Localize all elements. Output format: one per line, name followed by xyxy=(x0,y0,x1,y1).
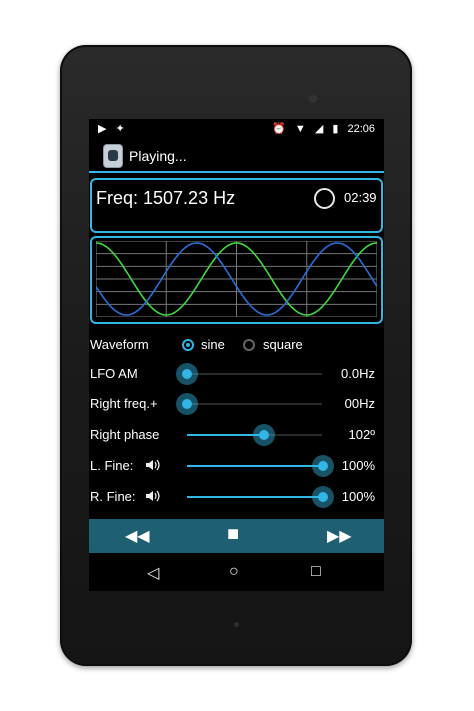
frequency-panel: Freq: 1507.23 Hz 02:39 xyxy=(90,178,383,233)
left-fine-value: 100% xyxy=(341,458,375,473)
speaker-icon xyxy=(146,490,160,502)
waveform-plot xyxy=(96,241,377,317)
lfo-am-slider-track[interactable] xyxy=(187,373,322,375)
recents-button[interactable]: □ xyxy=(311,563,321,581)
camera-lens xyxy=(309,95,317,103)
back-button[interactable]: ◁ xyxy=(147,563,159,583)
app-icon[interactable] xyxy=(103,144,123,168)
right-phase-label: Right phase xyxy=(90,427,160,442)
waveform-row: Waveform sine square xyxy=(89,333,384,357)
right-freq-slider-track[interactable] xyxy=(187,403,322,405)
elapsed-time: 02:39 xyxy=(344,190,377,205)
right-fine-label: R. Fine: xyxy=(90,489,136,504)
fast-forward-button[interactable]: ▶▶ xyxy=(327,526,352,546)
tablet-sensor xyxy=(234,622,239,627)
right-freq-label: Right freq.+ xyxy=(90,396,158,411)
action-bar: Playing... xyxy=(89,139,384,173)
waveform-display xyxy=(90,236,383,324)
wifi-icon: ▼ xyxy=(294,123,306,135)
right-fine-slider-fill xyxy=(187,496,322,498)
left-fine-row: L. Fine: 100% xyxy=(89,454,384,478)
frequency-readout: Freq: 1507.23 Hz xyxy=(96,188,236,208)
sine-option-label: sine xyxy=(201,337,225,352)
right-phase-slider-thumb[interactable] xyxy=(253,424,275,446)
device-screen: ▶ ✦ ⏰ ▼ ◢ ▮ 22:06 Playing... Freq: 1507.… xyxy=(89,119,384,591)
alarm-icon: ⏰ xyxy=(272,123,286,135)
play-icon: ▶ xyxy=(98,123,107,135)
signal-icon: ◢ xyxy=(314,123,324,135)
waveform-label: Waveform xyxy=(90,337,149,352)
rewind-button[interactable]: ◀◀ xyxy=(125,526,150,546)
right-phase-row: Right phase 102º xyxy=(89,423,384,447)
left-fine-label: L. Fine: xyxy=(90,458,134,473)
right-freq-slider-thumb[interactable] xyxy=(176,393,198,415)
right-freq-value: 00Hz xyxy=(344,396,375,411)
timer-icon xyxy=(314,188,335,209)
stop-button[interactable]: ■ xyxy=(227,523,239,546)
right-freq-row: Right freq.+ 00Hz xyxy=(89,392,384,416)
right-fine-slider-thumb[interactable] xyxy=(312,486,334,508)
navigation-bar: ◁ ○ □ xyxy=(89,555,384,591)
lfo-am-value: 0.0Hz xyxy=(341,366,375,381)
speaker-icon xyxy=(146,459,160,471)
android-icon: ✦ xyxy=(115,123,125,135)
lfo-am-slider-thumb[interactable] xyxy=(176,363,198,385)
sine-radio[interactable] xyxy=(182,339,194,351)
lfo-am-row: LFO AM 0.0Hz xyxy=(89,362,384,386)
square-radio[interactable] xyxy=(243,339,255,351)
app-title: Playing... xyxy=(129,148,187,164)
left-fine-slider-thumb[interactable] xyxy=(312,455,334,477)
right-phase-value: 102º xyxy=(348,427,375,442)
right-fine-value: 100% xyxy=(341,489,375,504)
home-button[interactable]: ○ xyxy=(229,563,239,581)
battery-icon: ▮ xyxy=(332,123,339,135)
square-option-label: square xyxy=(263,337,303,352)
transport-bar: ◀◀ ■ ▶▶ xyxy=(89,519,384,553)
lfo-am-label: LFO AM xyxy=(90,366,138,381)
clock: 22:06 xyxy=(347,123,375,135)
right-fine-row: R. Fine: 100% xyxy=(89,485,384,509)
status-bar: ▶ ✦ ⏰ ▼ ◢ ▮ 22:06 xyxy=(89,119,384,139)
left-fine-slider-fill xyxy=(187,465,322,467)
